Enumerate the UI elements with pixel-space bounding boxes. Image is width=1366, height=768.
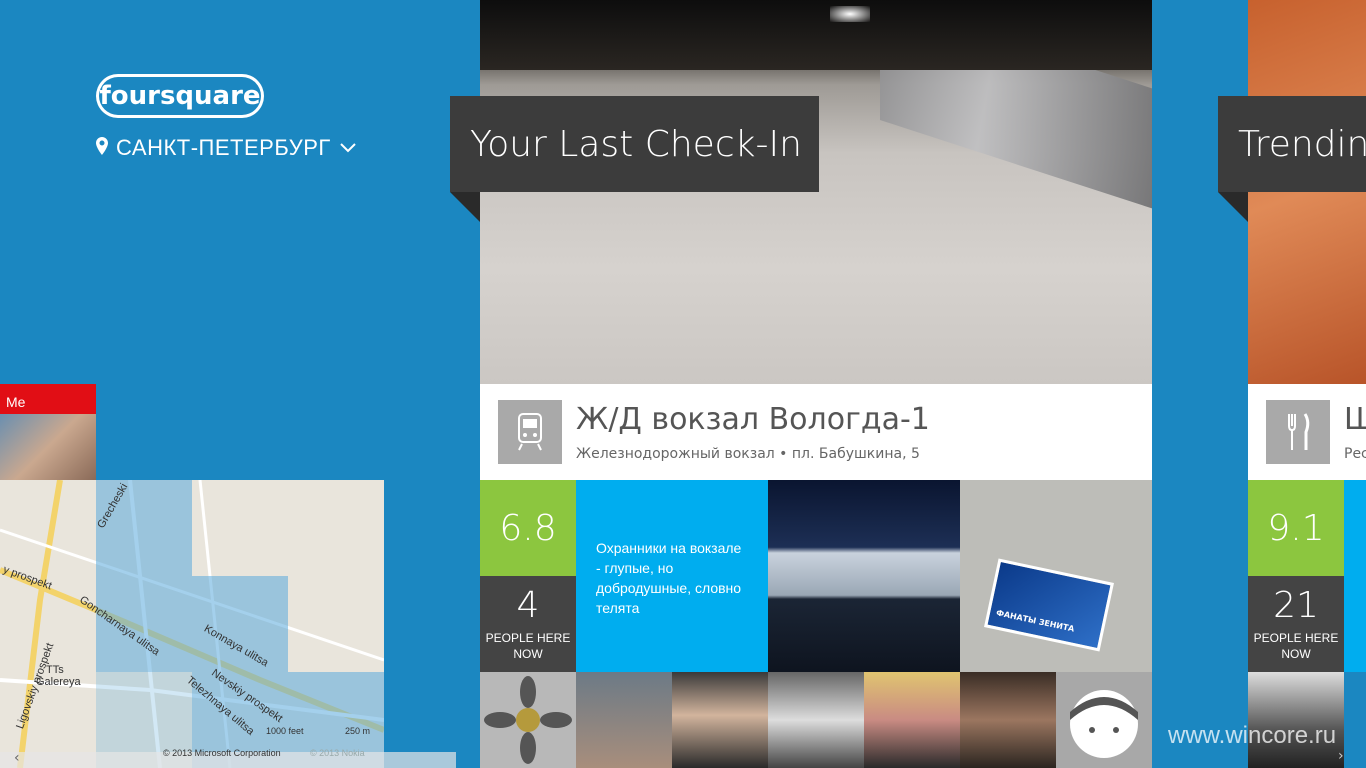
friend-avatar[interactable] — [672, 672, 768, 768]
me-tile[interactable]: Me — [0, 384, 96, 480]
scroll-left-icon[interactable]: ‹ — [14, 750, 20, 766]
city-label: САНКТ-ПЕТЕРБУРГ — [116, 135, 331, 160]
mall-label: Galereya — [36, 676, 81, 688]
map-copyright-nokia: © 2013 Nokia — [310, 748, 365, 758]
friend-avatar[interactable] — [960, 672, 1056, 768]
logo-text: foursquare — [99, 81, 260, 111]
banner-fold — [1218, 192, 1248, 222]
light — [830, 6, 870, 22]
left-panel: foursquare САНКТ-ПЕТЕРБУРГ y prospekt Go… — [0, 0, 480, 768]
chevron-down-icon — [339, 139, 357, 158]
people-count: 4 — [516, 585, 540, 626]
trending-hero-photo[interactable] — [1248, 0, 1366, 384]
friend-avatar[interactable] — [576, 672, 672, 768]
night-sky — [480, 0, 1152, 70]
me-avatar — [0, 414, 96, 480]
trending-title-banner: Trending — [1218, 96, 1366, 192]
sticker-text: ФАНАТЫ ЗЕНИТА — [995, 608, 1076, 634]
city-selector[interactable]: САНКТ-ПЕТЕРБУРГ — [96, 134, 357, 162]
section-title-banner: Your Last Check-In — [450, 96, 819, 192]
venue-score[interactable]: 6.8 — [480, 480, 576, 576]
people-label: PEOPLE HERE NOW — [485, 631, 571, 661]
venue-category-address: Железнодорожный вокзал • пл. Бабушкина, … — [576, 446, 920, 462]
trending-people-label: PEOPLE HERE NOW — [1253, 631, 1339, 661]
default-avatar[interactable] — [1056, 672, 1152, 768]
scroll-right-icon[interactable]: › — [1338, 748, 1344, 764]
trending-venue-name: Щ — [1344, 402, 1366, 437]
train-icon — [498, 400, 562, 464]
watermark: www.wincore.ru — [1168, 722, 1337, 749]
wall-sticker-photo[interactable]: ФАНАТЫ ЗЕНИТА — [960, 480, 1152, 672]
mall-label: TTs — [46, 664, 64, 676]
trending-venue-header[interactable]: Щ Рес — [1248, 384, 1366, 480]
trending-people-tile[interactable]: 21 PEOPLE HERE NOW — [1248, 576, 1344, 672]
tip-tile[interactable]: Охранники на вокзале - глупые, но доброд… — [576, 480, 768, 672]
people-here-tile[interactable]: 4 PEOPLE HERE NOW — [480, 576, 576, 672]
me-label: Me — [0, 384, 96, 414]
friend-avatar[interactable] — [1248, 672, 1344, 768]
location-pin-icon — [96, 137, 108, 159]
trending-score[interactable]: 9.1 — [1248, 480, 1344, 576]
checkin-hero-photo[interactable] — [480, 0, 1152, 384]
map-overlay-tile — [192, 576, 288, 768]
sticker: ФАНАТЫ ЗЕНИТА — [984, 558, 1114, 652]
trending-title: Trending — [1238, 123, 1366, 165]
station-photo[interactable] — [768, 480, 960, 672]
banner-fold — [450, 192, 480, 222]
friend-avatar[interactable] — [768, 672, 864, 768]
trending-people-count: 21 — [1273, 585, 1319, 626]
friend-avatar[interactable] — [480, 672, 576, 768]
venue-header[interactable]: Ж/Д вокзал Вологда-1 Железнодорожный вок… — [480, 384, 1152, 480]
trending-tip-tile[interactable] — [1344, 480, 1366, 672]
scale-feet: 1000 feet — [266, 726, 304, 736]
map[interactable]: y prospekt Goncharnaya ulitsa Ligovskiy … — [0, 480, 384, 768]
trending-venue-category: Рес — [1344, 446, 1366, 462]
scale-meters: 250 m — [345, 726, 371, 736]
fork-knife-icon — [1266, 400, 1330, 464]
venue-name: Ж/Д вокзал Вологда-1 — [576, 402, 930, 437]
map-copyright: © 2013 Microsoft Corporation — [163, 748, 281, 758]
friend-avatar[interactable] — [864, 672, 960, 768]
section-title: Your Last Check-In — [470, 123, 802, 165]
foursquare-logo: foursquare — [96, 72, 268, 120]
